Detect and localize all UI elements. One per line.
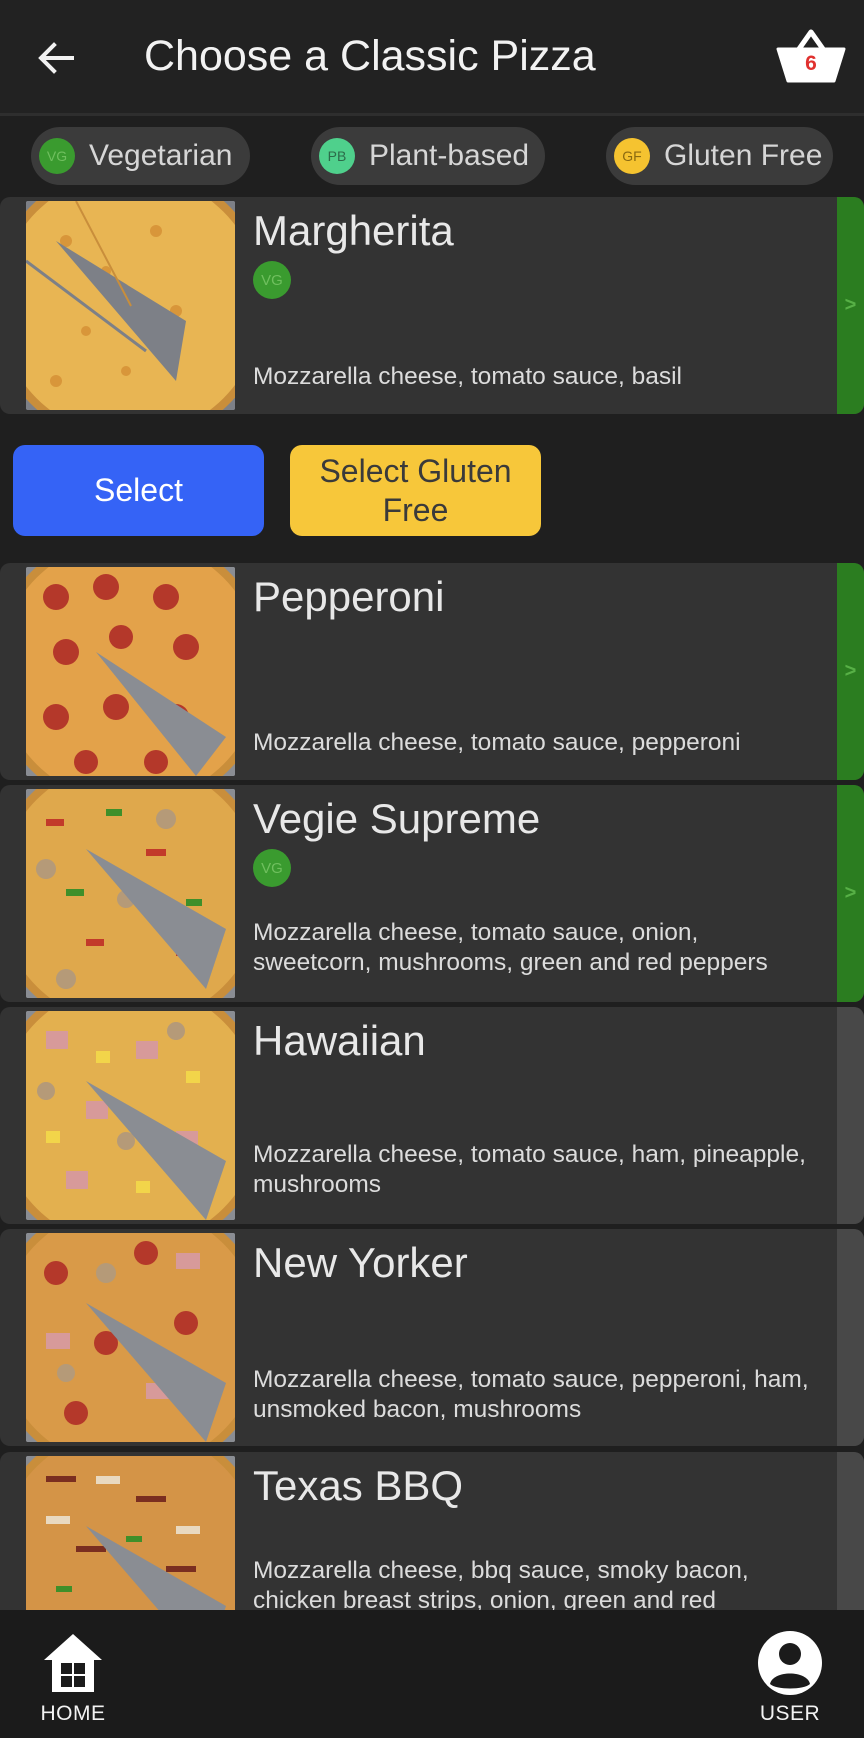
pizza-description: Mozzarella cheese, tomato sauce, peppero… (253, 729, 741, 756)
card-expand-strip[interactable] (837, 1229, 864, 1446)
nav-user-label: USER (759, 1702, 821, 1725)
pizza-card-vegie-supreme[interactable]: Vegie Supreme VG Mozzarella cheese, toma… (0, 785, 864, 1002)
pizza-image (26, 567, 235, 776)
card-expand-strip[interactable]: > (837, 785, 864, 1002)
pizza-name: Vegie Supreme (253, 795, 541, 842)
filter-chip-plant-based[interactable]: PB Plant-based (311, 127, 545, 185)
filter-chip-label: Gluten Free (664, 139, 823, 172)
chevron-right-icon: > (844, 660, 857, 682)
pizza-image (26, 1233, 235, 1442)
pizza-description: Mozzarella cheese, tomato sauce, peppero… (253, 1366, 809, 1423)
user-icon (758, 1631, 822, 1695)
pizza-description: Mozzarella cheese, bbq sauce, smoky baco… (253, 1557, 749, 1614)
pizza-name: Hawaiian (253, 1017, 426, 1064)
gluten-free-badge-icon: GF (614, 138, 650, 174)
pizza-card-margherita[interactable]: Margherita VG Mozzarella cheese, tomato … (0, 197, 864, 414)
pizza-description: Mozzarella cheese, tomato sauce, ham, pi… (253, 1141, 806, 1198)
page-title: Choose a Classic Pizza (144, 32, 596, 80)
basket-count-badge: 6 (805, 52, 817, 75)
card-expand-strip[interactable]: > (837, 563, 864, 780)
select-gluten-free-button[interactable]: Select Gluten Free (290, 445, 541, 536)
pizza-image (26, 1011, 235, 1220)
card-expand-strip[interactable] (837, 1007, 864, 1224)
plant-based-badge-icon: PB (319, 138, 355, 174)
home-icon (44, 1634, 102, 1692)
filter-chip-label: Plant-based (369, 139, 530, 172)
chevron-right-icon: > (844, 882, 857, 904)
card-expand-strip[interactable]: > (837, 197, 864, 414)
pizza-name: New Yorker (253, 1239, 468, 1286)
diet-filter-bar: VG Vegetarian PB Plant-based GF Gluten F… (0, 119, 864, 194)
filter-chip-label: Vegetarian (89, 139, 233, 172)
app-header: Choose a Classic Pizza 6 (0, 0, 864, 116)
chevron-right-icon: > (844, 294, 857, 316)
vegetarian-badge-icon: VG (253, 261, 291, 299)
pizza-name: Pepperoni (253, 573, 445, 620)
filter-chip-gluten-free[interactable]: GF Gluten Free (606, 127, 833, 185)
select-button[interactable]: Select (13, 445, 264, 536)
pizza-name: Margherita (253, 207, 454, 254)
back-button[interactable] (28, 30, 84, 86)
nav-user[interactable]: USER (735, 1610, 845, 1738)
vegetarian-badge-icon: VG (253, 849, 291, 887)
pizza-name: Texas BBQ (253, 1462, 464, 1509)
nav-home-label: HOME (40, 1702, 106, 1725)
pizza-card-pepperoni[interactable]: Pepperoni Mozzarella cheese, tomato sauc… (0, 563, 864, 780)
nav-home[interactable]: HOME (18, 1610, 128, 1738)
pizza-image (26, 789, 235, 998)
arrow-left-icon (38, 42, 74, 74)
vegetarian-badge-icon: VG (39, 138, 75, 174)
bottom-navigation: HOME USER (0, 1610, 864, 1738)
pizza-card-hawaiian[interactable]: Hawaiian Mozzarella cheese, tomato sauce… (0, 1007, 864, 1224)
pizza-description: Mozzarella cheese, tomato sauce, basil (253, 363, 682, 390)
pizza-description: Mozzarella cheese, tomato sauce, onion, … (253, 919, 768, 976)
filter-chip-vegetarian[interactable]: VG Vegetarian (31, 127, 250, 185)
basket-button[interactable]: 6 (774, 26, 848, 88)
pizza-image (26, 201, 235, 410)
pizza-card-new-yorker[interactable]: New Yorker Mozzarella cheese, tomato sau… (0, 1229, 864, 1446)
